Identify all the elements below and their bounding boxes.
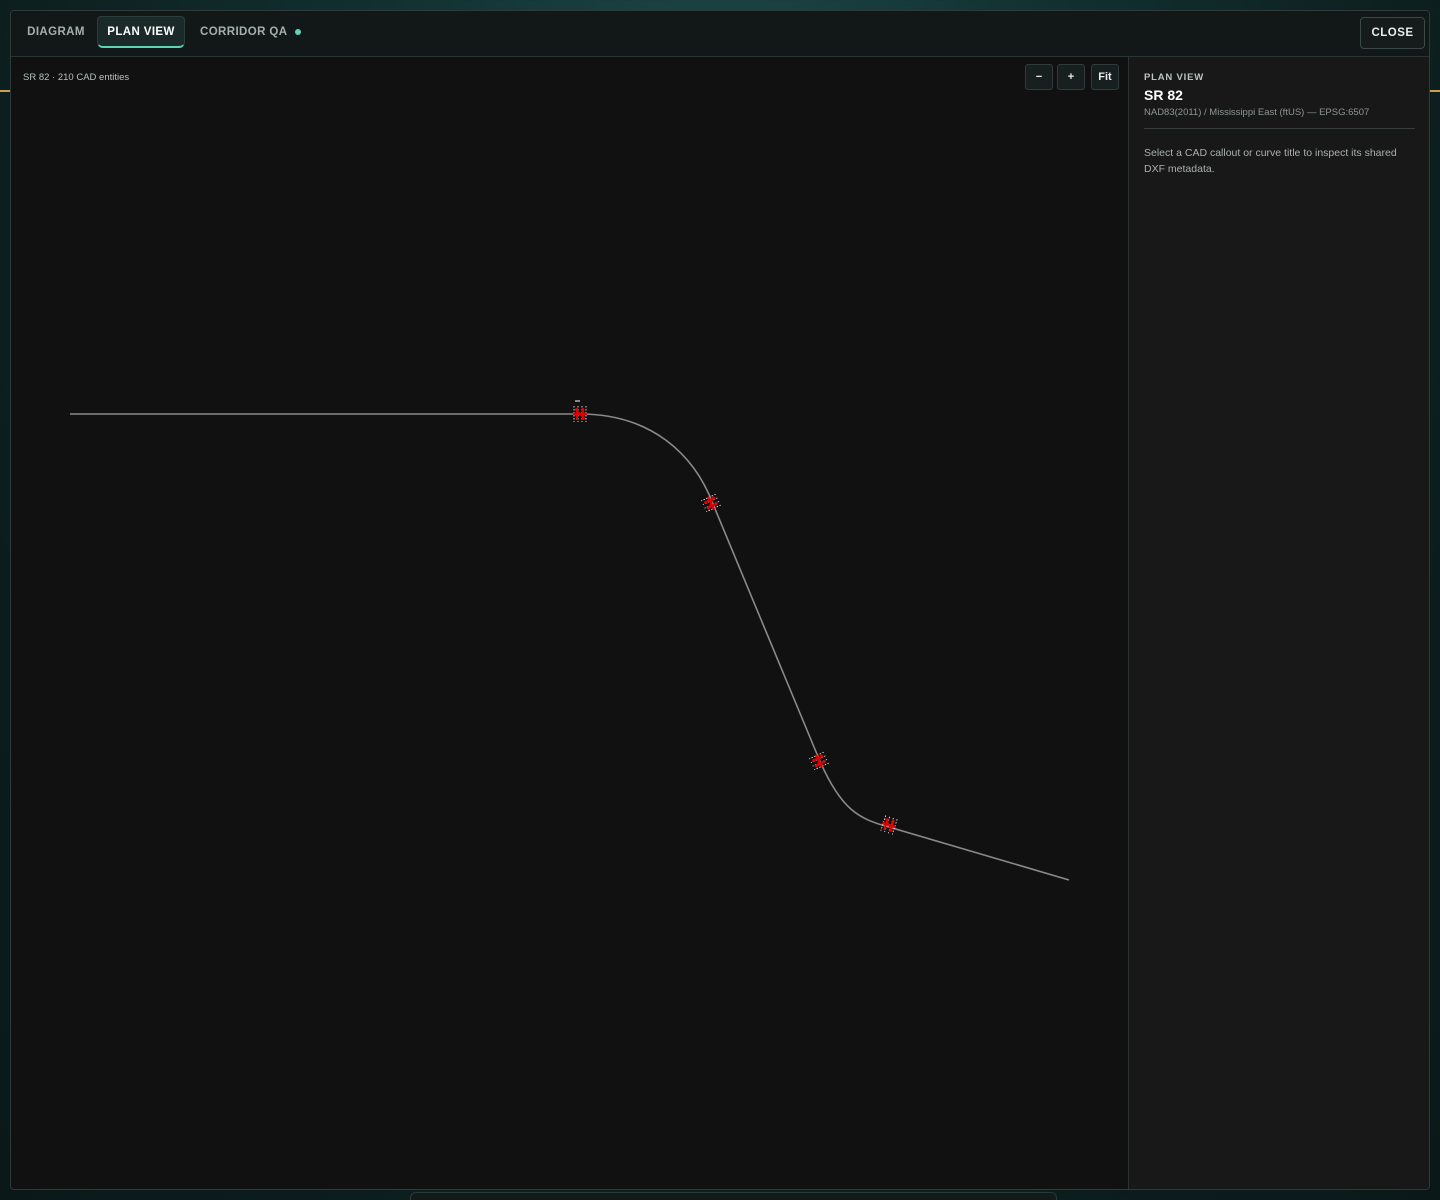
tab-diagram[interactable]: DIAGRAM <box>19 16 93 48</box>
curve-point-callout[interactable] <box>573 406 587 422</box>
status-dot-icon <box>295 29 302 35</box>
tab-plan-view[interactable]: PLAN VIEW <box>97 16 185 48</box>
curve-point-callout[interactable] <box>809 751 829 771</box>
plan-drawing[interactable] <box>11 57 1128 1189</box>
tab-label: CORRIDOR QA <box>200 26 288 38</box>
alignment-centerline[interactable] <box>70 413 1070 881</box>
panel-title: SR 82 <box>1144 87 1183 103</box>
inspector-panel: PLAN VIEW SR 82 NAD83(2011) / Mississipp… <box>1128 57 1429 1189</box>
coordinate-system-label: NAD83(2011) / Mississippi East (ftUS) — … <box>1144 107 1370 118</box>
plan-view-modal: DIAGRAM PLAN VIEW CORRIDOR QA CLOSE SR 8… <box>10 10 1430 1190</box>
backdrop-footer-tab <box>410 1192 1057 1200</box>
zoom-fit-button[interactable]: Fit <box>1091 64 1119 90</box>
panel-divider <box>1144 128 1415 129</box>
curve-point-callout[interactable] <box>701 493 721 513</box>
zoom-out-button[interactable]: − <box>1025 64 1053 90</box>
tab-label: PLAN VIEW <box>107 25 175 38</box>
curve-point-callout[interactable] <box>880 815 898 835</box>
panel-hint-text: Select a CAD callout or curve title to i… <box>1144 147 1397 175</box>
modal-tab-bar: DIAGRAM PLAN VIEW CORRIDOR QA CLOSE <box>11 11 1429 57</box>
tab-corridor-qa[interactable]: CORRIDOR QA <box>191 16 307 48</box>
tab-label: DIAGRAM <box>27 26 85 38</box>
panel-kicker: PLAN VIEW <box>1144 72 1204 83</box>
plan-canvas[interactable]: SR 82 · 210 CAD entities − + Fit <box>11 57 1128 1189</box>
entity-count-label: SR 82 · 210 CAD entities <box>23 72 130 83</box>
close-button[interactable]: CLOSE <box>1360 17 1425 49</box>
zoom-in-button[interactable]: + <box>1057 64 1085 90</box>
